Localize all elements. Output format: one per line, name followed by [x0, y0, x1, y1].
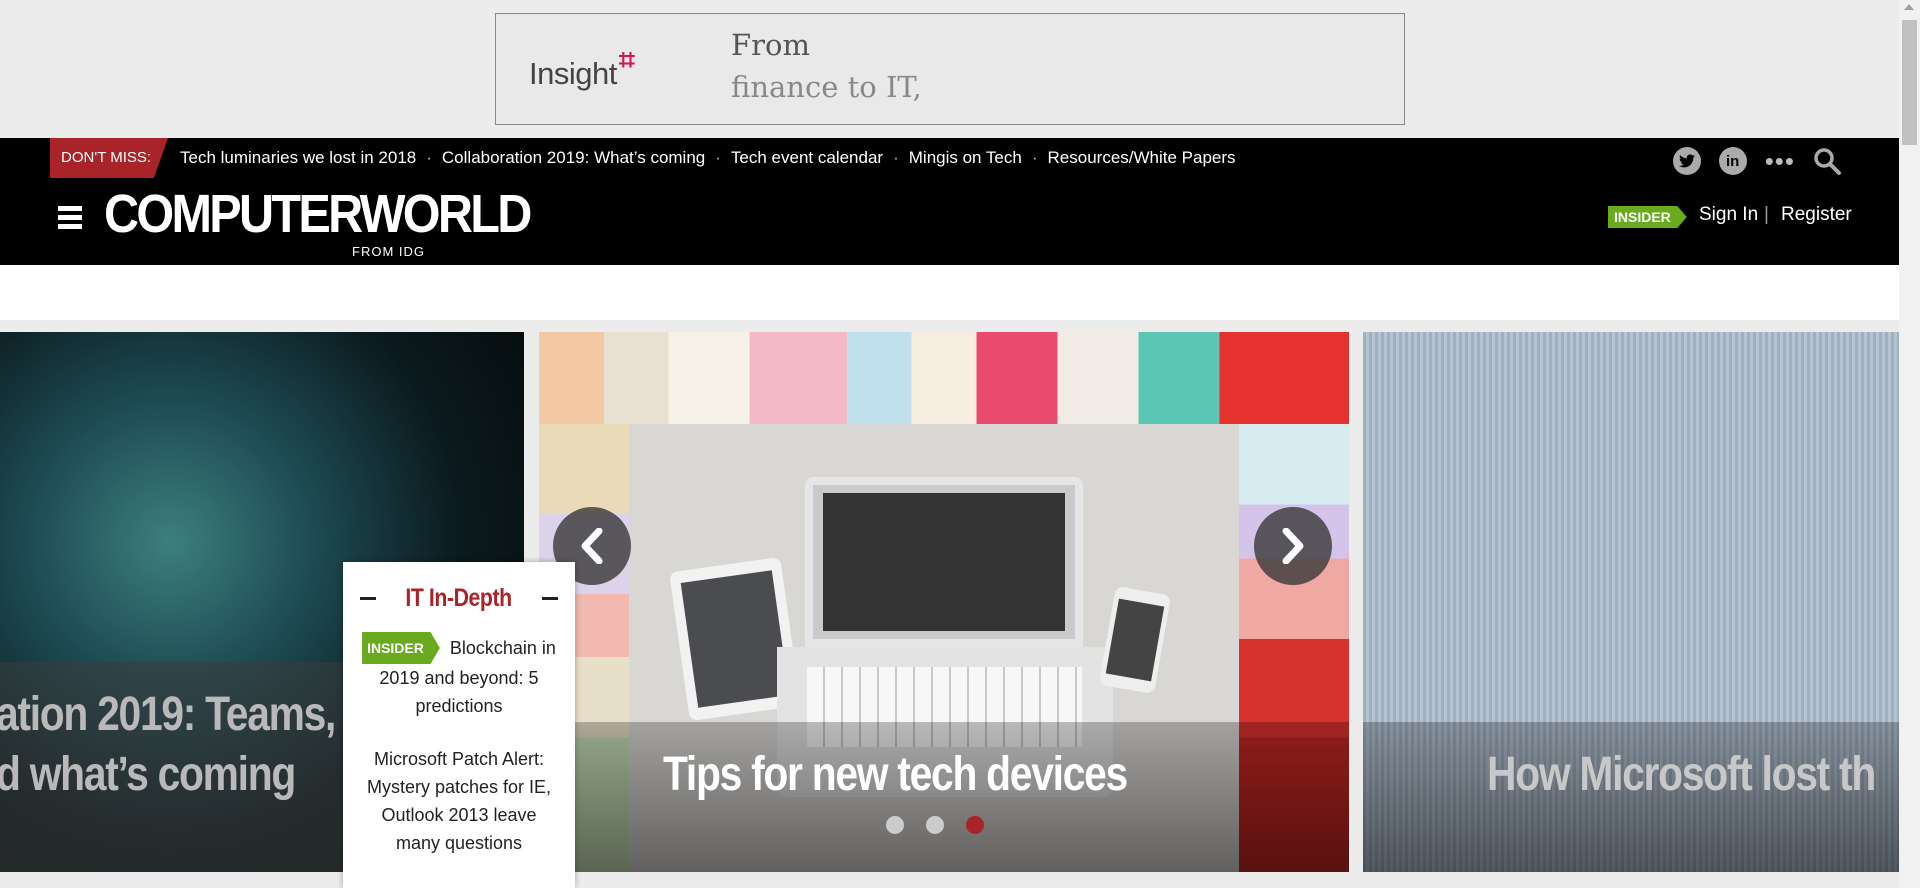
in-depth-title: IT In-Depth — [405, 583, 513, 612]
linkedin-icon[interactable]: in — [1718, 147, 1747, 175]
minus-icon[interactable] — [541, 596, 558, 600]
carousel-dot-3-active[interactable] — [966, 816, 984, 834]
slide-title-line-1: ation 2019: Teams, — [0, 688, 336, 741]
nav-separator: · — [1031, 148, 1038, 167]
minus-icon[interactable] — [360, 596, 377, 600]
scrollbar-thumb[interactable] — [1902, 20, 1917, 145]
logo-subtitle: FROM IDG — [352, 244, 425, 259]
register-link[interactable]: Register — [1781, 204, 1852, 226]
dont-miss-links: Tech luminaries we lost in 2018 · Collabor… — [180, 138, 1236, 178]
carousel-dots — [886, 816, 984, 834]
carousel-dot-1[interactable] — [886, 816, 904, 834]
carousel-dot-2[interactable] — [926, 816, 944, 834]
featured-carousel: ation 2019: Teams, d what’s coming Tips … — [0, 332, 1899, 872]
insider-badge: INSIDER — [362, 632, 440, 664]
hamburger-menu-icon[interactable] — [58, 206, 82, 230]
ad-line-1: From — [731, 28, 810, 62]
auth-separator: | — [1764, 204, 1769, 225]
nav-separator: · — [426, 148, 432, 167]
nav-separator: · — [893, 148, 899, 167]
nav-link-event-calendar[interactable]: Tech event calendar — [731, 148, 883, 167]
insight-mark-icon: ⌗ — [619, 44, 635, 75]
laptop-image — [805, 477, 1083, 647]
more-icon[interactable]: ••• — [1765, 148, 1795, 174]
slide-title: How Microsoft lost th — [1487, 748, 1876, 801]
page-scrollbar[interactable] — [1899, 0, 1920, 888]
in-depth-item[interactable]: Microsoft Patch Alert: Mystery patches f… — [343, 745, 575, 857]
chevron-left-icon — [581, 528, 603, 564]
gift-image — [539, 332, 1349, 424]
in-depth-item-text[interactable]: Microsoft Patch Alert: Mystery patches f… — [367, 749, 551, 853]
slide-title-line-2: d what’s coming — [0, 748, 296, 801]
sign-in-link[interactable]: Sign In — [1699, 204, 1758, 226]
nav-link-resources[interactable]: Resources/White Papers — [1048, 148, 1236, 167]
nav-link-tech-luminaries[interactable]: Tech luminaries we lost in 2018 — [180, 148, 416, 167]
nav-separator: · — [715, 148, 721, 167]
ad-line-2: finance to IT, — [731, 70, 922, 104]
search-icon[interactable] — [1813, 147, 1841, 175]
nav-link-mingis[interactable]: Mingis on Tech — [909, 148, 1022, 167]
ad-strip — [0, 265, 1899, 320]
in-depth-header: IT In-Depth — [343, 582, 575, 614]
ad-banner[interactable]: Insight ⌗ From finance to IT, — [495, 13, 1405, 125]
chevron-right-icon — [1282, 528, 1304, 564]
it-in-depth-panel: IT In-Depth INSIDER Blockchain in 2019 an… — [343, 562, 575, 888]
insider-badge[interactable]: INSIDER — [1608, 206, 1687, 228]
dont-miss-label: DON'T MISS: — [50, 138, 168, 178]
site-logo[interactable]: COMPUTERWORLD — [104, 186, 532, 242]
in-depth-item[interactable]: INSIDER Blockchain in 2019 and beyond: 5 … — [343, 632, 575, 720]
carousel-slide-current[interactable]: Tips for new tech devices — [539, 332, 1349, 872]
site-header: DON'T MISS: Tech luminaries we lost in 2… — [0, 138, 1899, 265]
twitter-icon[interactable] — [1672, 147, 1701, 175]
carousel-next-button[interactable] — [1254, 507, 1332, 585]
scroll-up-icon[interactable] — [1904, 4, 1914, 10]
ad-logo: Insight — [529, 56, 617, 91]
nav-link-collaboration[interactable]: Collaboration 2019: What’s coming — [442, 148, 705, 167]
carousel-slide-next[interactable]: How Microsoft lost th — [1363, 332, 1899, 872]
social-icons: in ••• — [1672, 147, 1841, 175]
phone-image — [1098, 585, 1172, 695]
slide-title: Tips for new tech devices — [663, 748, 1128, 801]
